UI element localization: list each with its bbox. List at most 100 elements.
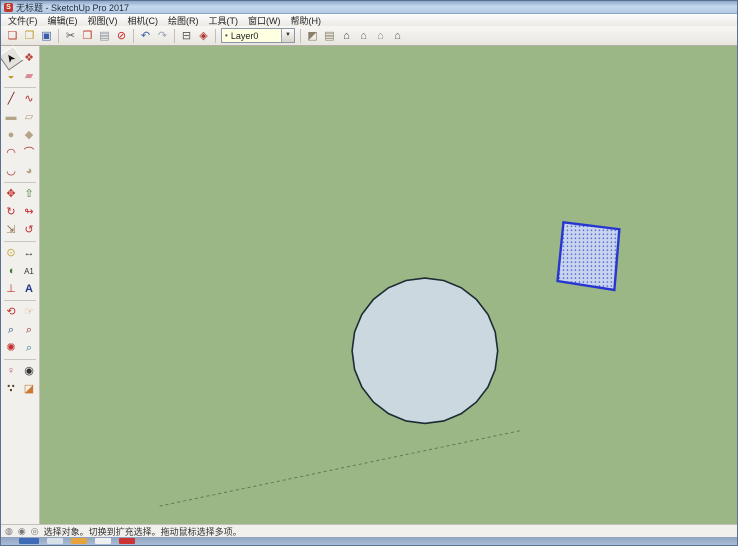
view-button-group: ◩▤⌂⌂⌂⌂ [304,27,406,44]
window-title: 无标题 - SketchUp Pro 2017 [16,1,129,14]
axis-dashed-line[interactable] [160,430,522,506]
three-d-text-tool[interactable]: A [20,280,38,298]
palette-separator [2,298,38,303]
follow-me-tool[interactable]: ↬ [20,203,38,221]
main-toolbar: ❏❐▣ ✂❒▤⊘ ↶↷ ⊟◈ • Layer0 ▼ ◩▤⌂⌂⌂⌂ [1,26,737,46]
protractor-tool[interactable]: ◖ [2,262,20,280]
credit-icon[interactable]: ◉ [18,525,26,537]
walk-tool[interactable]: ∵ [2,380,20,398]
geolocation-icon[interactable]: ◍ [5,525,13,537]
left-view-icon[interactable]: ⌂ [389,27,406,44]
move-tool[interactable]: ✥ [2,185,20,203]
edit-button-group: ✂❒▤⊘ [62,27,130,44]
front-view-icon[interactable]: ⌂ [338,27,355,44]
layer-dropdown-value: Layer0 [231,31,281,41]
palette-separator [2,85,38,90]
scale-tool[interactable]: ⇲ [2,221,20,239]
two-point-arc-tool[interactable]: ⌒ [20,144,38,162]
file-button-group: ❏❐▣ [4,27,55,44]
paint-bucket-tool[interactable]: ◒ [2,67,20,85]
tape-measure-tool[interactable]: ⊙ [2,244,20,262]
offset-tool[interactable]: ↺ [20,221,38,239]
main-area: ➤❖◒▰╱∿▬▱●◆◠⌒◡◕✥⇧↻↬⇲↺⊙↔◖A1⊥A⟲☞⌕⌕✺⌕♀◉∵◪ [1,46,737,524]
top-view-icon[interactable]: ▤ [321,27,338,44]
sketchup-window: S 无标题 - SketchUp Pro 2017 文件(F)编辑(E)视图(V… [0,0,738,546]
toolbar-separator [215,29,216,43]
menu-camera[interactable]: 相机(C) [123,14,164,27]
orbit-tool[interactable]: ⟲ [2,303,20,321]
toolbar-separator [58,29,59,43]
push-pull-tool[interactable]: ⇧ [20,185,38,203]
palette-separator [2,239,38,244]
toolbar-separator [133,29,134,43]
task-item-2[interactable] [71,538,87,544]
palette-separator [2,357,38,362]
pie-tool[interactable]: ◕ [20,162,38,180]
menu-view[interactable]: 视图(V) [83,14,123,27]
back-view-icon[interactable]: ⌂ [372,27,389,44]
menu-edit[interactable]: 编辑(E) [43,14,83,27]
freehand-tool[interactable]: ∿ [20,90,38,108]
text-tool[interactable]: A1 [20,262,38,280]
circle-face[interactable] [352,278,498,423]
polygon-tool[interactable]: ◆ [20,126,38,144]
zoom-previous-tool[interactable]: ⌕ [20,339,38,357]
zoom-extents-tool[interactable]: ✺ [2,339,20,357]
rotate-tool[interactable]: ↻ [2,203,20,221]
layer-indicator: • [222,31,231,40]
dimension-tool[interactable]: ↔ [20,244,38,262]
delete-icon[interactable]: ⊘ [113,27,130,44]
start-orb[interactable] [19,538,39,544]
zoom-window-tool[interactable]: ⌕ [20,321,38,339]
chevron-down-icon[interactable]: ▼ [281,29,294,42]
selected-rectangle-face[interactable] [558,222,620,290]
menu-draw[interactable]: 绘图(R) [163,14,204,27]
task-item-1[interactable] [47,538,63,544]
section-plane-tool[interactable]: ◪ [20,380,38,398]
undo-icon[interactable]: ↶ [137,27,154,44]
menu-window[interactable]: 窗口(W) [243,14,286,27]
history-button-group: ↶↷ [137,27,171,44]
cut-icon[interactable]: ✂ [62,27,79,44]
save-icon[interactable]: ▣ [38,27,55,44]
layer-dropdown[interactable]: • Layer0 ▼ [221,28,295,43]
task-item-3[interactable] [95,538,111,544]
menu-bar: 文件(F)编辑(E)视图(V)相机(C)绘图(R)工具(T)窗口(W)帮助(H) [1,14,737,26]
output-button-group: ⊟◈ [178,27,212,44]
line-tool[interactable]: ╱ [2,90,20,108]
palette-separator [2,180,38,185]
redo-icon[interactable]: ↷ [154,27,171,44]
status-message: 选择对象。切换到扩充选择。拖动鼠标选择多项。 [44,525,242,538]
title-bar[interactable]: S 无标题 - SketchUp Pro 2017 [1,1,737,14]
circle-tool[interactable]: ● [2,126,20,144]
windows-taskbar[interactable] [1,537,737,545]
toolbar-separator [174,29,175,43]
print-icon[interactable]: ⊟ [178,27,195,44]
position-camera-tool[interactable]: ♀ [2,362,20,380]
make-component-tool[interactable]: ❖ [20,49,38,67]
look-around-tool[interactable]: ◉ [20,362,38,380]
model-info-icon[interactable]: ◈ [195,27,212,44]
new-icon[interactable]: ❏ [4,27,21,44]
arc-tool[interactable]: ◠ [2,144,20,162]
menu-tools[interactable]: 工具(T) [204,14,244,27]
toolbar-separator [300,29,301,43]
rectangle-tool[interactable]: ▬ [2,108,20,126]
three-point-arc-tool[interactable]: ◡ [2,162,20,180]
copy-icon[interactable]: ❒ [79,27,96,44]
menu-file[interactable]: 文件(F) [3,14,43,27]
rotated-rectangle-tool[interactable]: ▱ [20,108,38,126]
task-item-4[interactable] [119,538,135,544]
help-icon[interactable]: ◎ [31,525,39,537]
zoom-tool[interactable]: ⌕ [2,321,20,339]
drawing-canvas[interactable] [40,46,737,524]
status-bar: ◍ ◉ ◎ 选择对象。切换到扩充选择。拖动鼠标选择多项。 [1,524,737,537]
iso-view-icon[interactable]: ◩ [304,27,321,44]
paste-icon[interactable]: ▤ [96,27,113,44]
open-icon[interactable]: ❐ [21,27,38,44]
eraser-tool[interactable]: ▰ [20,67,38,85]
pan-tool[interactable]: ☞ [20,303,38,321]
axes-tool[interactable]: ⊥ [2,280,20,298]
right-view-icon[interactable]: ⌂ [355,27,372,44]
menu-help[interactable]: 帮助(H) [286,14,327,27]
